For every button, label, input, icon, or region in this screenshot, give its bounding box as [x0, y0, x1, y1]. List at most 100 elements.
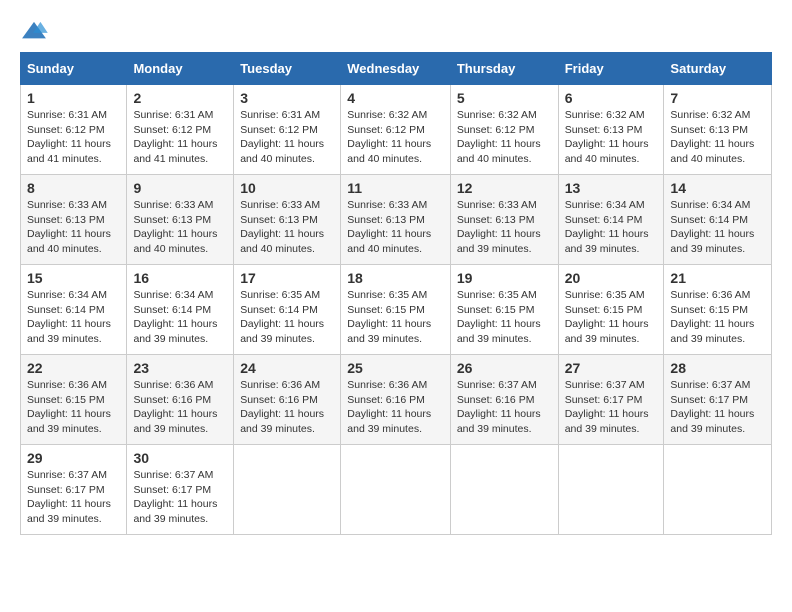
calendar-week-3: 15 Sunrise: 6:34 AM Sunset: 6:14 PM Dayl… — [21, 265, 772, 355]
calendar-cell: 2 Sunrise: 6:31 AM Sunset: 6:12 PM Dayli… — [127, 85, 234, 175]
calendar-cell: 11 Sunrise: 6:33 AM Sunset: 6:13 PM Dayl… — [341, 175, 451, 265]
calendar-cell — [450, 445, 558, 535]
calendar-cell: 27 Sunrise: 6:37 AM Sunset: 6:17 PM Dayl… — [558, 355, 664, 445]
day-number: 5 — [457, 90, 552, 106]
day-number: 6 — [565, 90, 658, 106]
day-number: 15 — [27, 270, 120, 286]
day-number: 3 — [240, 90, 334, 106]
day-info: Sunrise: 6:36 AM Sunset: 6:16 PM Dayligh… — [133, 378, 227, 437]
calendar-cell — [234, 445, 341, 535]
day-info: Sunrise: 6:31 AM Sunset: 6:12 PM Dayligh… — [27, 108, 120, 167]
calendar-cell: 5 Sunrise: 6:32 AM Sunset: 6:12 PM Dayli… — [450, 85, 558, 175]
day-info: Sunrise: 6:35 AM Sunset: 6:15 PM Dayligh… — [347, 288, 444, 347]
col-header-tuesday: Tuesday — [234, 53, 341, 85]
calendar-cell: 25 Sunrise: 6:36 AM Sunset: 6:16 PM Dayl… — [341, 355, 451, 445]
day-info: Sunrise: 6:33 AM Sunset: 6:13 PM Dayligh… — [27, 198, 120, 257]
calendar-cell: 3 Sunrise: 6:31 AM Sunset: 6:12 PM Dayli… — [234, 85, 341, 175]
calendar-cell: 20 Sunrise: 6:35 AM Sunset: 6:15 PM Dayl… — [558, 265, 664, 355]
day-info: Sunrise: 6:37 AM Sunset: 6:17 PM Dayligh… — [133, 468, 227, 527]
day-info: Sunrise: 6:34 AM Sunset: 6:14 PM Dayligh… — [670, 198, 765, 257]
day-info: Sunrise: 6:32 AM Sunset: 6:12 PM Dayligh… — [347, 108, 444, 167]
day-number: 27 — [565, 360, 658, 376]
day-number: 8 — [27, 180, 120, 196]
calendar-cell: 23 Sunrise: 6:36 AM Sunset: 6:16 PM Dayl… — [127, 355, 234, 445]
calendar-cell: 22 Sunrise: 6:36 AM Sunset: 6:15 PM Dayl… — [21, 355, 127, 445]
calendar-cell: 26 Sunrise: 6:37 AM Sunset: 6:16 PM Dayl… — [450, 355, 558, 445]
calendar-table: SundayMondayTuesdayWednesdayThursdayFrid… — [20, 52, 772, 535]
calendar-cell: 9 Sunrise: 6:33 AM Sunset: 6:13 PM Dayli… — [127, 175, 234, 265]
day-info: Sunrise: 6:35 AM Sunset: 6:15 PM Dayligh… — [457, 288, 552, 347]
day-number: 30 — [133, 450, 227, 466]
day-info: Sunrise: 6:33 AM Sunset: 6:13 PM Dayligh… — [133, 198, 227, 257]
calendar-cell: 18 Sunrise: 6:35 AM Sunset: 6:15 PM Dayl… — [341, 265, 451, 355]
calendar-cell: 19 Sunrise: 6:35 AM Sunset: 6:15 PM Dayl… — [450, 265, 558, 355]
day-number: 9 — [133, 180, 227, 196]
day-number: 7 — [670, 90, 765, 106]
calendar-cell: 28 Sunrise: 6:37 AM Sunset: 6:17 PM Dayl… — [664, 355, 772, 445]
calendar-header-row: SundayMondayTuesdayWednesdayThursdayFrid… — [21, 53, 772, 85]
day-number: 13 — [565, 180, 658, 196]
day-info: Sunrise: 6:32 AM Sunset: 6:13 PM Dayligh… — [565, 108, 658, 167]
calendar-cell — [341, 445, 451, 535]
calendar-week-2: 8 Sunrise: 6:33 AM Sunset: 6:13 PM Dayli… — [21, 175, 772, 265]
day-number: 10 — [240, 180, 334, 196]
calendar-cell: 17 Sunrise: 6:35 AM Sunset: 6:14 PM Dayl… — [234, 265, 341, 355]
calendar-body: 1 Sunrise: 6:31 AM Sunset: 6:12 PM Dayli… — [21, 85, 772, 535]
col-header-friday: Friday — [558, 53, 664, 85]
calendar-cell: 8 Sunrise: 6:33 AM Sunset: 6:13 PM Dayli… — [21, 175, 127, 265]
day-info: Sunrise: 6:31 AM Sunset: 6:12 PM Dayligh… — [133, 108, 227, 167]
logo — [20, 20, 52, 42]
day-info: Sunrise: 6:33 AM Sunset: 6:13 PM Dayligh… — [347, 198, 444, 257]
day-info: Sunrise: 6:32 AM Sunset: 6:13 PM Dayligh… — [670, 108, 765, 167]
day-info: Sunrise: 6:36 AM Sunset: 6:16 PM Dayligh… — [240, 378, 334, 437]
day-info: Sunrise: 6:34 AM Sunset: 6:14 PM Dayligh… — [27, 288, 120, 347]
calendar-week-4: 22 Sunrise: 6:36 AM Sunset: 6:15 PM Dayl… — [21, 355, 772, 445]
day-number: 29 — [27, 450, 120, 466]
calendar-week-1: 1 Sunrise: 6:31 AM Sunset: 6:12 PM Dayli… — [21, 85, 772, 175]
day-info: Sunrise: 6:33 AM Sunset: 6:13 PM Dayligh… — [240, 198, 334, 257]
calendar-cell: 1 Sunrise: 6:31 AM Sunset: 6:12 PM Dayli… — [21, 85, 127, 175]
day-info: Sunrise: 6:35 AM Sunset: 6:15 PM Dayligh… — [565, 288, 658, 347]
calendar-cell: 6 Sunrise: 6:32 AM Sunset: 6:13 PM Dayli… — [558, 85, 664, 175]
calendar-cell: 21 Sunrise: 6:36 AM Sunset: 6:15 PM Dayl… — [664, 265, 772, 355]
day-number: 12 — [457, 180, 552, 196]
calendar-cell: 10 Sunrise: 6:33 AM Sunset: 6:13 PM Dayl… — [234, 175, 341, 265]
calendar-cell: 13 Sunrise: 6:34 AM Sunset: 6:14 PM Dayl… — [558, 175, 664, 265]
day-number: 16 — [133, 270, 227, 286]
day-number: 28 — [670, 360, 765, 376]
day-number: 23 — [133, 360, 227, 376]
calendar-cell — [664, 445, 772, 535]
day-number: 20 — [565, 270, 658, 286]
calendar-week-5: 29 Sunrise: 6:37 AM Sunset: 6:17 PM Dayl… — [21, 445, 772, 535]
calendar-cell: 7 Sunrise: 6:32 AM Sunset: 6:13 PM Dayli… — [664, 85, 772, 175]
day-number: 14 — [670, 180, 765, 196]
calendar-cell: 14 Sunrise: 6:34 AM Sunset: 6:14 PM Dayl… — [664, 175, 772, 265]
day-info: Sunrise: 6:33 AM Sunset: 6:13 PM Dayligh… — [457, 198, 552, 257]
day-info: Sunrise: 6:35 AM Sunset: 6:14 PM Dayligh… — [240, 288, 334, 347]
day-number: 11 — [347, 180, 444, 196]
calendar-cell: 16 Sunrise: 6:34 AM Sunset: 6:14 PM Dayl… — [127, 265, 234, 355]
day-info: Sunrise: 6:34 AM Sunset: 6:14 PM Dayligh… — [565, 198, 658, 257]
day-info: Sunrise: 6:32 AM Sunset: 6:12 PM Dayligh… — [457, 108, 552, 167]
calendar-cell: 30 Sunrise: 6:37 AM Sunset: 6:17 PM Dayl… — [127, 445, 234, 535]
page-header — [20, 20, 772, 42]
calendar-cell: 12 Sunrise: 6:33 AM Sunset: 6:13 PM Dayl… — [450, 175, 558, 265]
day-info: Sunrise: 6:34 AM Sunset: 6:14 PM Dayligh… — [133, 288, 227, 347]
calendar-cell: 4 Sunrise: 6:32 AM Sunset: 6:12 PM Dayli… — [341, 85, 451, 175]
day-number: 18 — [347, 270, 444, 286]
day-info: Sunrise: 6:37 AM Sunset: 6:17 PM Dayligh… — [27, 468, 120, 527]
col-header-monday: Monday — [127, 53, 234, 85]
col-header-sunday: Sunday — [21, 53, 127, 85]
day-number: 26 — [457, 360, 552, 376]
day-info: Sunrise: 6:36 AM Sunset: 6:15 PM Dayligh… — [27, 378, 120, 437]
day-info: Sunrise: 6:37 AM Sunset: 6:17 PM Dayligh… — [565, 378, 658, 437]
col-header-wednesday: Wednesday — [341, 53, 451, 85]
day-number: 2 — [133, 90, 227, 106]
col-header-thursday: Thursday — [450, 53, 558, 85]
calendar-cell: 24 Sunrise: 6:36 AM Sunset: 6:16 PM Dayl… — [234, 355, 341, 445]
logo-icon — [20, 20, 48, 42]
day-number: 17 — [240, 270, 334, 286]
day-info: Sunrise: 6:36 AM Sunset: 6:15 PM Dayligh… — [670, 288, 765, 347]
day-info: Sunrise: 6:37 AM Sunset: 6:17 PM Dayligh… — [670, 378, 765, 437]
day-number: 21 — [670, 270, 765, 286]
